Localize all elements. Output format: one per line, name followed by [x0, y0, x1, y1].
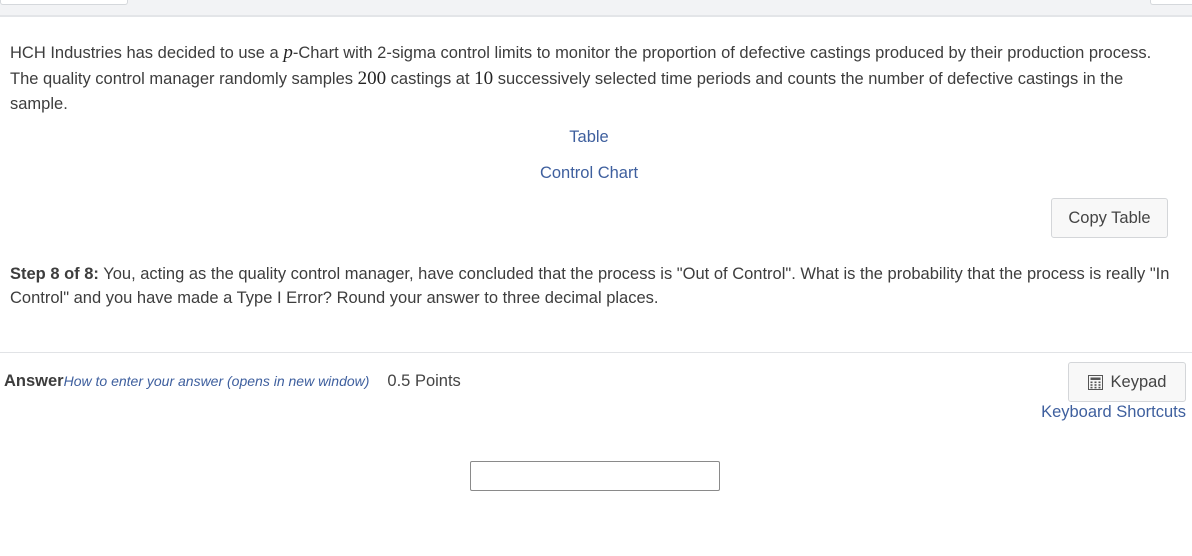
copy-table-button[interactable]: Copy Table — [1051, 198, 1168, 238]
step-label: Step 8 of 8: — [10, 265, 99, 283]
keypad-label: Keypad — [1110, 372, 1167, 391]
intro-text-1: HCH Industries has decided to use a — [10, 44, 284, 62]
points-value: 0.5 Points — [387, 372, 461, 390]
chart-symbol: p — [283, 42, 293, 63]
intro-text-3: castings at — [386, 70, 475, 88]
question-intro: HCH Industries has decided to use a p-Ch… — [10, 40, 1182, 117]
sample-size-value: 200 — [357, 68, 387, 89]
table-link[interactable]: Table — [0, 128, 1178, 147]
answer-help-link[interactable]: How to enter your answer (opens in new w… — [64, 373, 370, 389]
top-tab-left[interactable] — [0, 0, 128, 5]
keyboard-shortcuts-link[interactable]: Keyboard Shortcuts — [1000, 403, 1186, 422]
control-chart-link[interactable]: Control Chart — [0, 164, 1178, 183]
answer-header: Answer How to enter your answer (opens i… — [4, 372, 461, 394]
answer-input[interactable] — [470, 461, 720, 491]
answer-label: Answer — [4, 372, 64, 390]
calculator-icon — [1087, 374, 1103, 390]
section-divider — [0, 352, 1192, 353]
step-question: Step 8 of 8: You, acting as the quality … — [10, 262, 1182, 310]
keypad-button[interactable]: Keypad — [1068, 362, 1186, 402]
top-toolbar-strip — [0, 0, 1192, 17]
step-text: You, acting as the quality control manag… — [10, 265, 1170, 307]
top-tab-right[interactable] — [1150, 0, 1192, 5]
num-periods-value: 10 — [474, 68, 494, 89]
